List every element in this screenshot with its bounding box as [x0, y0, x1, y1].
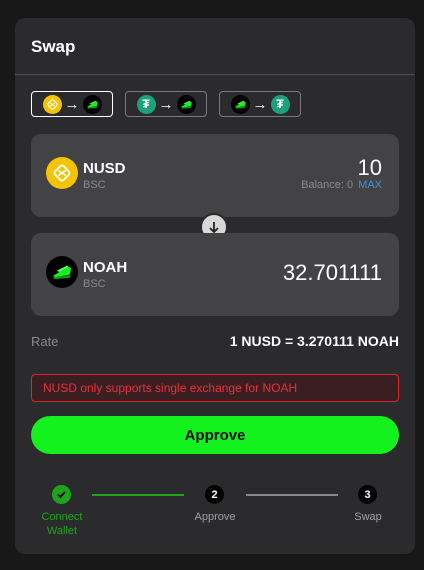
- arrow-right-icon: →: [64, 95, 80, 113]
- to-amount-value: 32.701111: [282, 260, 382, 285]
- arrow-right-icon: →: [252, 95, 268, 113]
- step-connector-2: [246, 494, 338, 496]
- noah-coin-icon: [82, 94, 102, 114]
- to-token-network: BSC: [83, 278, 106, 290]
- noah-coin-icon: [176, 94, 196, 114]
- arrow-down-icon: [209, 222, 219, 234]
- step-3-label: Swap: [354, 511, 382, 523]
- rate-label: Rate: [31, 334, 59, 349]
- rate-value: 1 NUSD = 3.270111 NOAH: [229, 333, 399, 349]
- noah-logo-icon: [46, 256, 78, 288]
- panel-title: Swap: [31, 37, 76, 56]
- step-3-number: 3: [358, 485, 377, 504]
- approve-button[interactable]: Approve: [31, 416, 399, 454]
- swap-panel: Swap → ₮ → → ₮ NUSD BSC 10 Balance: 0 MA…: [15, 18, 415, 554]
- from-token-box: NUSD BSC 10 Balance: 0 MAX: [31, 134, 399, 217]
- usdt-coin-icon: ₮: [136, 94, 156, 114]
- from-balance: Balance: 0 MAX: [301, 179, 382, 191]
- nusd-logo-icon: [46, 157, 78, 189]
- pair-usdt-to-noah-button[interactable]: ₮ →: [125, 91, 207, 117]
- from-token-network: BSC: [83, 179, 106, 191]
- nusd-coin-icon: [42, 94, 62, 114]
- step-2-label: Approve: [194, 511, 236, 523]
- to-token-symbol: NOAH: [83, 259, 128, 276]
- to-token-box: NOAH BSC 32.701111: [31, 233, 399, 316]
- step-2-number: 2: [205, 485, 224, 504]
- error-message: NUSD only supports single exchange for N…: [31, 374, 399, 402]
- arrow-right-icon: →: [158, 95, 174, 113]
- step-1-label: Connect Wallet: [41, 511, 83, 537]
- step-connector-1: [92, 494, 184, 496]
- max-button[interactable]: MAX: [358, 179, 382, 191]
- title-divider: [15, 74, 415, 75]
- from-token-symbol: NUSD: [83, 160, 126, 177]
- balance-label: Balance: 0: [301, 179, 354, 191]
- usdt-coin-icon: ₮: [270, 94, 290, 114]
- from-amount-input[interactable]: 10: [358, 155, 382, 181]
- noah-coin-icon: [230, 94, 250, 114]
- step-1-check-icon: [52, 485, 71, 504]
- pair-nusd-to-noah-button[interactable]: →: [31, 91, 113, 117]
- pair-noah-to-usdt-button[interactable]: → ₮: [219, 91, 301, 117]
